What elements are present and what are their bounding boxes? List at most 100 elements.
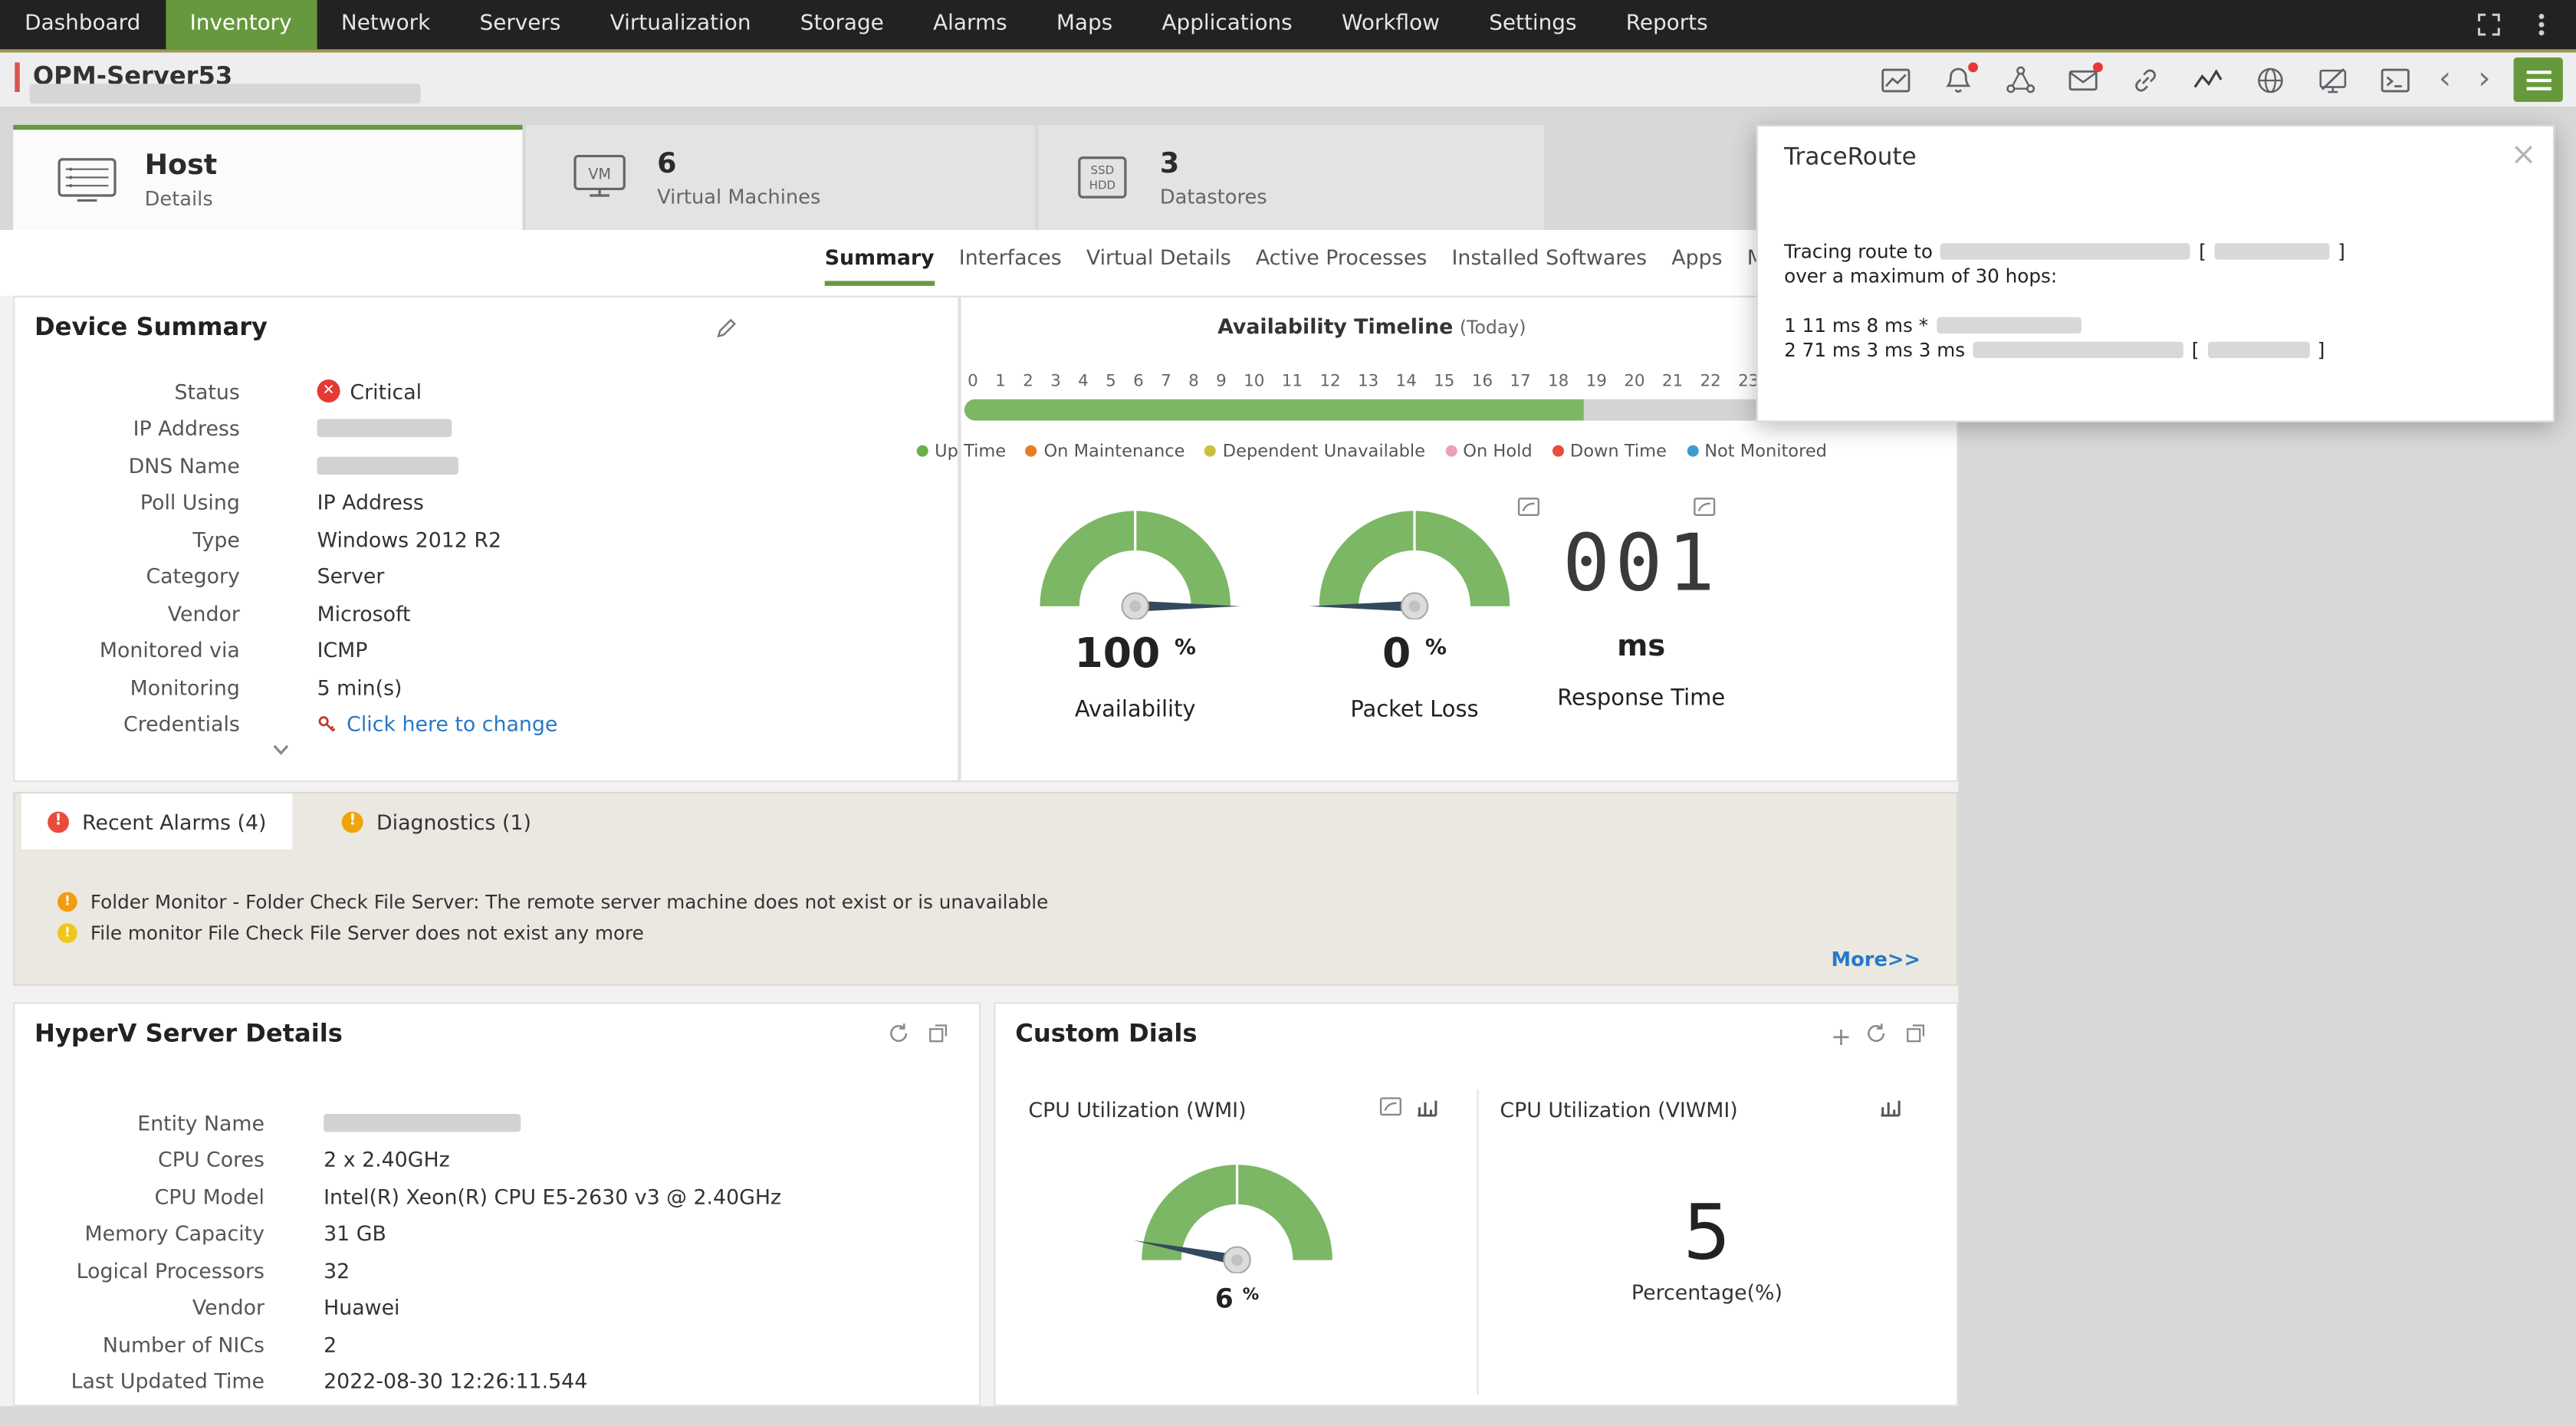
ip-redacted [317, 419, 452, 438]
alarm-row[interactable]: !File monitor File Check File Server doe… [58, 917, 1048, 948]
hop2-ip-redacted [2207, 342, 2309, 358]
kebab-menu-icon[interactable] [2527, 10, 2557, 40]
tab-virtual-details[interactable]: Virtual Details [1086, 245, 1231, 286]
status-value: Critical [350, 379, 422, 403]
tab-active-processes[interactable]: Active Processes [1256, 245, 1427, 286]
nav-alarms[interactable]: Alarms [909, 0, 1032, 49]
tab-recent-alarms[interactable]: ! Recent Alarms (4) [21, 794, 293, 849]
tab-apps[interactable]: Apps [1671, 245, 1722, 286]
device-subtitle-redacted [30, 84, 421, 104]
field-row-category: Category Server [15, 558, 958, 595]
hour-label: 5 [1106, 373, 1116, 391]
nav-applications[interactable]: Applications [1137, 0, 1316, 49]
field-row-cpumodel: CPU Model Intel(R) Xeon(R) CPU E5-2630 v… [15, 1178, 979, 1214]
detach-icon[interactable] [1904, 1022, 1930, 1048]
tab-installed-softwares[interactable]: Installed Softwares [1451, 245, 1647, 286]
hour-label: 11 [1282, 373, 1303, 391]
key-icon [317, 715, 337, 734]
nav-inventory[interactable]: Inventory [165, 0, 316, 49]
custom-dials-title: Custom Dials [1015, 1019, 1197, 1049]
nav-storage[interactable]: Storage [776, 0, 909, 49]
field-row-cpucores: CPU Cores 2 x 2.40GHz [15, 1141, 979, 1178]
tab-summary[interactable]: Summary [825, 245, 935, 286]
detach-icon[interactable] [927, 1022, 953, 1048]
ip-redacted [2215, 243, 2330, 259]
recent-alarms-section: ! Recent Alarms (4) ! Diagnostics (1) !F… [13, 792, 1958, 986]
close-icon[interactable]: × [2510, 136, 2536, 172]
hour-label: 14 [1396, 373, 1417, 391]
fullscreen-toggle-icon[interactable] [2474, 10, 2504, 40]
ssd-icon: SSDHDD [1071, 153, 1133, 202]
field-row-entity: Entity Name [15, 1104, 979, 1141]
traceroute-icon[interactable] [2192, 64, 2225, 97]
card-datastore-count: 3 [1160, 147, 1267, 180]
refresh-icon[interactable] [1865, 1022, 1891, 1048]
severity-tick [15, 62, 19, 92]
card-datastores[interactable]: SSDHDD 3 Datastores [1038, 125, 1544, 230]
more-link[interactable]: More>> [1832, 948, 1921, 971]
toggle-chart-icon[interactable] [1878, 1094, 1902, 1119]
scroll-down-icon[interactable] [269, 738, 295, 764]
topology-icon[interactable] [2004, 64, 2037, 97]
uptime-bar-fill [964, 399, 1584, 421]
credentials-change-link[interactable]: Click here to change [347, 711, 557, 736]
alarm-row[interactable]: ! Folder Monitor - Folder Check File Serv… [58, 886, 1048, 917]
toggle-chart-icon[interactable] [1414, 1094, 1439, 1119]
viwmi-unit-label: Percentage(%) [1592, 1280, 1822, 1304]
nav-settings[interactable]: Settings [1464, 0, 1602, 49]
card-host-details[interactable]: Host Details [13, 125, 522, 230]
nav-workflow[interactable]: Workflow [1317, 0, 1464, 49]
toggle-number-icon[interactable] [1378, 1094, 1403, 1119]
alarm-severity-icon: ! [58, 892, 77, 912]
tab-diagnostics[interactable]: ! Diagnostics (1) [316, 794, 557, 849]
right-panel-menu-button[interactable] [2514, 58, 2563, 102]
wmi-gauge [1122, 1135, 1352, 1273]
field-row-type: Type Windows 2012 R2 [15, 521, 958, 557]
add-dial-icon[interactable]: + [1831, 1022, 1852, 1048]
nav-network[interactable]: Network [317, 0, 455, 49]
next-device-icon[interactable]: › [2478, 59, 2490, 98]
tab-interfaces[interactable]: Interfaces [959, 245, 1062, 286]
availability-gauge [1020, 481, 1250, 619]
device-action-icons [1879, 64, 2411, 97]
field-row-ip: IP Address [15, 410, 958, 447]
nav-maps[interactable]: Maps [1032, 0, 1138, 49]
link-icon[interactable] [2129, 64, 2162, 97]
nav-virtualization[interactable]: Virtualization [586, 0, 776, 49]
uptime-bar[interactable] [964, 399, 1779, 421]
web-icon[interactable] [2254, 64, 2287, 97]
hour-label: 10 [1244, 373, 1264, 391]
toggle-graph-icon[interactable] [1692, 495, 1717, 519]
availability-value: 100 [1074, 629, 1160, 677]
hour-label: 22 [1700, 373, 1721, 391]
app-window: Dashboard Inventory Network Servers Virt… [0, 0, 2576, 1426]
field-row-dns: DNS Name [15, 447, 958, 484]
alarm-text: Folder Monitor - Folder Check File Serve… [90, 889, 1048, 912]
nav-servers[interactable]: Servers [455, 0, 585, 49]
availability-legend: Up TimeOn MaintenanceDependent Unavailab… [961, 442, 1783, 462]
toggle-graph-icon[interactable] [1516, 495, 1541, 519]
unmanage-device-icon[interactable] [2316, 64, 2349, 97]
hop1-redacted [1937, 317, 2082, 334]
response-time-unit: ms [1526, 629, 1756, 664]
mail-icon[interactable] [2067, 64, 2100, 97]
critical-status-icon: ✕ [317, 380, 340, 403]
field-row-hvvendor: Vendor Huawei [15, 1289, 979, 1326]
terminal-icon[interactable] [2379, 64, 2412, 97]
prev-device-icon[interactable]: ‹ [2439, 59, 2451, 98]
nav-dashboard[interactable]: Dashboard [0, 0, 165, 49]
alarm-bell-icon[interactable] [1942, 64, 1975, 97]
mail-badge [2093, 62, 2103, 72]
availability-label: Availability [1020, 697, 1250, 723]
nav-reports[interactable]: Reports [1602, 0, 1733, 49]
dns-redacted [317, 456, 458, 475]
field-row-monitoring: Monitoring 5 min(s) [15, 669, 958, 705]
field-row-credentials: Credentials Click here to change [15, 705, 958, 742]
edit-icon[interactable] [715, 315, 741, 341]
performance-chart-icon[interactable] [1879, 64, 1912, 97]
refresh-icon[interactable] [887, 1022, 913, 1048]
custom-dials-panel: Custom Dials + CPU Utilization (WMI) 6 % [994, 1002, 1958, 1406]
hour-label: 9 [1216, 373, 1227, 391]
card-virtual-machines[interactable]: VM 6 Virtual Machines [526, 125, 1035, 230]
hour-label: 8 [1188, 373, 1199, 391]
